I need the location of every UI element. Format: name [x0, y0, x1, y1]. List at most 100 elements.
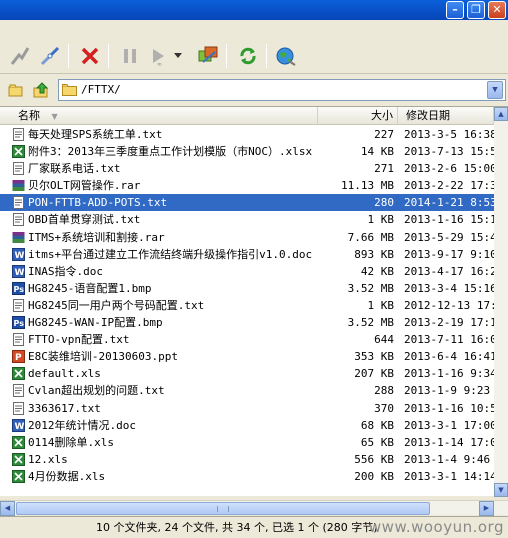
file-row[interactable]: PON-FTTB-ADD-POTS.txt 280 2014-1-21 8:53 [0, 194, 496, 212]
toolbar-separator [68, 44, 69, 68]
column-size-label: 大小 [371, 109, 393, 122]
maximize-button[interactable]: ❐ [467, 1, 485, 19]
file-name: Cvlan超出规划的问题.txt [28, 384, 165, 398]
file-row[interactable]: default.xls 207 KB 2013-1-16 9:34 [0, 365, 496, 382]
excel-file-icon [12, 145, 26, 159]
file-date: 2013-2-22 17:31 [404, 179, 496, 193]
file-date: 2012-12-13 17:1 [404, 298, 496, 312]
column-date-label: 修改日期 [406, 109, 450, 122]
folder-icon [62, 84, 77, 99]
file-name: default.xls [28, 367, 101, 381]
file-size: 42 KB [360, 264, 394, 278]
file-name: ITMS+系统培训和割接.rar [28, 230, 165, 244]
file-date: 2013-9-17 9:10 [404, 247, 496, 261]
file-name: itms+平台通过建立工作流结终端升级操作指引v1.0.doc [28, 247, 313, 261]
refresh-icon[interactable] [236, 44, 260, 68]
image-file-icon: Ps [12, 281, 26, 295]
close-button[interactable]: ✕ [488, 1, 506, 19]
file-size: 644 [374, 333, 394, 347]
toolbar-separator [108, 44, 109, 68]
file-date: 2013-7-11 16:02 [404, 333, 496, 347]
file-row[interactable]: 12.xls 556 KB 2013-1-4 9:46 [0, 451, 494, 468]
file-row[interactable]: Ps HG8245-WAN-IP配置.bmp 3.52 MB 2013-2-19 17… [0, 314, 496, 331]
file-name: 每天处理SPS系统工单.txt [28, 128, 163, 141]
scroll-right-icon[interactable]: ▶ [479, 501, 494, 516]
file-date: 2013-1-9 9:23 [404, 384, 491, 398]
file-size: 280 [374, 196, 394, 210]
file-row[interactable]: W INAS指令.doc 42 KB 2013-4-17 16:25 [0, 263, 496, 280]
toolbar-separator [226, 44, 227, 68]
file-row[interactable]: HG8245同一用户两个号码配置.txt 1 KB 2012-12-13 17:1 [0, 297, 496, 314]
scroll-thumb[interactable] [16, 502, 430, 515]
excel-file-icon [12, 435, 26, 449]
file-row[interactable]: FTTO-vpn配置.txt 644 2013-7-11 16:02 [0, 331, 496, 348]
minimize-button[interactable]: – [446, 1, 464, 19]
watermark-text: www.wooyun.org [368, 518, 504, 536]
file-name: 4月份数据.xls [28, 469, 106, 483]
transfer-icon[interactable] [196, 44, 220, 68]
file-date: 2013-6-4 16:41 [404, 350, 496, 364]
play-dropdown-icon[interactable] [172, 44, 184, 68]
text-file-icon [12, 298, 26, 312]
file-date: 2013-7-13 15:56 [404, 145, 496, 159]
file-row[interactable]: OBD首单贯穿测试.txt 1 KB 2013-1-16 15:12 [0, 211, 496, 228]
file-size: 556 KB [354, 452, 394, 466]
file-row[interactable]: 厂家联系电话.txt 271 2013-2-6 15:00 [0, 160, 496, 177]
file-date: 2013-4-17 16:25 [404, 264, 496, 278]
excel-file-icon [12, 367, 26, 381]
file-row[interactable]: 4月份数据.xls 200 KB 2013-3-1 14:14 [0, 468, 496, 485]
file-row[interactable]: ITMS+系统培训和割接.rar 7.66 MB 2013-5-29 15:41 [0, 229, 496, 246]
parent-folder-icon[interactable] [30, 79, 52, 101]
path-dropdown-button[interactable]: ▼ [487, 81, 503, 99]
svg-text:Ps: Ps [14, 319, 25, 328]
file-size: 68 KB [360, 418, 394, 432]
file-date: 2013-1-4 9:46 [404, 452, 491, 466]
file-row[interactable]: 3363617.txt 370 2013-1-16 10:53 [0, 400, 496, 417]
file-size: 288 [374, 384, 394, 398]
vertical-scrollbar[interactable]: ▲ ▼ [494, 107, 508, 497]
globe-icon[interactable] [274, 44, 298, 68]
column-size-header[interactable]: 大小 [318, 107, 398, 125]
text-file-icon [12, 401, 26, 415]
file-row[interactable]: P E8C装维培训-20130603.ppt 353 KB 2013-6-4 16:4… [0, 348, 496, 365]
file-row[interactable]: Ps HG8245-语音配置1.bmp 3.52 MB 2013-3-4 15:16 [0, 280, 496, 297]
excel-file-icon [12, 469, 26, 483]
scroll-down-icon[interactable]: ▼ [494, 483, 508, 497]
sort-arrow-icon: ▼ [51, 112, 58, 121]
disconnect-icon[interactable] [38, 44, 62, 68]
image-file-icon: Ps [12, 316, 26, 330]
svg-text:∞: ∞ [157, 61, 162, 67]
file-name: 厂家联系电话.txt [28, 162, 121, 176]
file-row[interactable]: 贝尔OLT网管操作.rar 11.13 MB 2013-2-22 17:31 [0, 177, 496, 194]
excel-file-icon [12, 452, 26, 466]
svg-text:W: W [15, 251, 25, 261]
file-row[interactable]: 附件3：2013年三季度重点工作计划模版（市NOC）.xlsx 14 KB 2013… [0, 143, 496, 160]
go-back-icon[interactable] [4, 79, 26, 101]
column-header: 名称 ▼ 大小 修改日期 [0, 107, 494, 125]
text-file-icon [12, 162, 26, 176]
horizontal-scrollbar[interactable]: ◀ ▶ [0, 500, 508, 516]
play-icon[interactable]: ∞ [146, 44, 170, 68]
file-row[interactable]: 每天处理SPS系统工单.txt 227 2013-3-5 16:38 [0, 126, 496, 143]
file-row[interactable]: Cvlan超出规划的问题.txt 288 2013-1-9 9:23 [0, 382, 494, 399]
file-row[interactable]: 0114删除单.xls 65 KB 2013-1-14 17:01 [0, 434, 496, 451]
status-bar: 10 个文件夹, 24 个文件, 共 34 个, 已选 1 个 (280 字节)… [0, 516, 508, 538]
text-file-icon [12, 384, 26, 398]
column-date-header[interactable]: 修改日期 [398, 107, 494, 125]
file-name: 2012年统计情况.doc [28, 418, 136, 432]
cancel-icon[interactable] [78, 44, 102, 68]
text-file-icon [12, 333, 26, 347]
path-input[interactable]: /FTTX/ ▼ [58, 79, 506, 101]
file-row[interactable]: W 2012年统计情况.doc 68 KB 2013-3-1 17:00 [0, 417, 496, 434]
file-size: 207 KB [354, 367, 394, 381]
column-name-header[interactable]: 名称 ▼ [0, 107, 318, 125]
archive-file-icon [12, 231, 26, 244]
file-size: 3.52 MB [347, 316, 394, 330]
connect-icon[interactable] [8, 44, 32, 68]
file-date: 2013-1-14 17:01 [404, 435, 496, 449]
scroll-up-icon[interactable]: ▲ [494, 107, 508, 121]
scroll-left-icon[interactable]: ◀ [0, 501, 15, 516]
file-row[interactable]: Witms+平台通过建立工作流结终端升级操作指引v1.0.doc 893 KB 20… [0, 246, 496, 263]
file-date: 2013-3-1 17:00 [404, 418, 496, 432]
pause-icon[interactable] [118, 44, 142, 68]
